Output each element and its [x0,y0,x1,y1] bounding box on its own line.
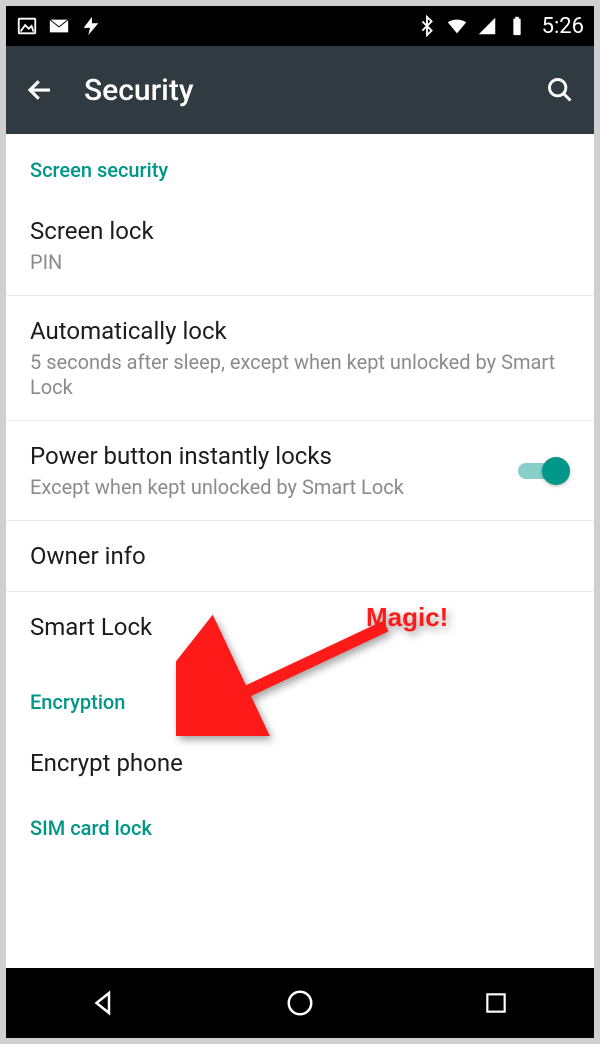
battery-icon [506,15,528,37]
row-screen-lock[interactable]: Screen lock PIN [6,196,594,296]
signal-icon [476,15,498,37]
row-subtitle: 5 seconds after sleep, except when kept … [30,350,570,400]
back-button[interactable] [20,70,60,110]
section-header-sim-card-lock: SIM card lock [6,798,594,854]
mail-icon [48,15,70,37]
page-title: Security [84,73,194,108]
bluetooth-icon [416,15,438,37]
row-title: Smart Lock [30,612,570,642]
settings-list: Screen security Screen lock PIN Automati… [6,134,594,854]
device-frame: 5:26 Security Screen security Screen loc… [0,0,600,1044]
status-clock: 5:26 [542,14,584,39]
wifi-icon [446,15,468,37]
nav-recent-button[interactable] [474,981,518,1025]
nav-back-button[interactable] [82,981,126,1025]
row-power-button-locks[interactable]: Power button instantly locks Except when… [6,421,594,521]
navigation-bar [6,968,594,1038]
image-icon [16,15,38,37]
nav-home-button[interactable] [278,981,322,1025]
status-right: 5:26 [416,14,584,39]
row-title: Screen lock [30,216,570,246]
row-title: Encrypt phone [30,748,570,778]
bolt-icon [80,15,102,37]
row-title: Automatically lock [30,316,570,346]
row-title: Owner info [30,541,570,571]
row-subtitle: Except when kept unlocked by Smart Lock [30,475,502,500]
row-owner-info[interactable]: Owner info [6,521,594,592]
power-lock-toggle[interactable] [518,457,570,485]
row-automatically-lock[interactable]: Automatically lock 5 seconds after sleep… [6,296,594,421]
row-title: Power button instantly locks [30,441,502,471]
section-header-encryption: Encryption [6,662,594,728]
status-bar: 5:26 [6,6,594,46]
row-smart-lock[interactable]: Smart Lock [6,592,594,662]
row-subtitle: PIN [30,250,570,275]
search-button[interactable] [540,70,580,110]
status-left [16,15,102,37]
section-header-screen-security: Screen security [6,134,594,196]
app-bar: Security [6,46,594,134]
row-encrypt-phone[interactable]: Encrypt phone [6,728,594,798]
